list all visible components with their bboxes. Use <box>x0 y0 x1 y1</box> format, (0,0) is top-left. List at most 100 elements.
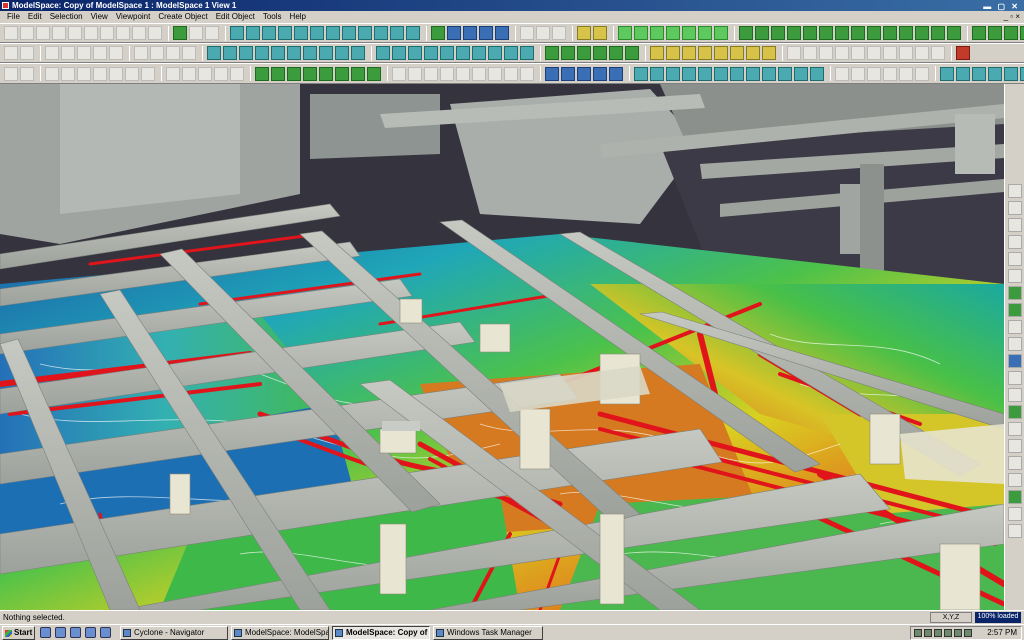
tee-icon[interactable] <box>520 46 534 60</box>
pipe-run-icon[interactable] <box>634 66 648 81</box>
flange-icon[interactable] <box>714 46 728 60</box>
mesh-green-icon[interactable] <box>1007 405 1022 419</box>
elbow-icon[interactable] <box>287 46 301 60</box>
walk-icon[interactable] <box>1007 422 1022 436</box>
flange-icon[interactable] <box>698 46 712 60</box>
mdi-window-controls[interactable]: _ ▫ × <box>1004 11 1020 23</box>
layer-green-icon-2[interactable] <box>1007 303 1022 317</box>
pipe-icon[interactable] <box>358 26 372 40</box>
cylinder-icon[interactable] <box>278 26 292 40</box>
menu-help[interactable]: Help <box>286 11 310 23</box>
zoom-icon[interactable] <box>132 26 146 40</box>
pipe-run-icon[interactable] <box>746 66 760 81</box>
tee-icon[interactable] <box>440 46 454 60</box>
pipe-run-icon[interactable] <box>666 66 680 81</box>
section-icon[interactable] <box>899 66 913 81</box>
cube-view-icon[interactable] <box>189 26 203 40</box>
start-button[interactable]: Start <box>2 626 35 640</box>
cloud-green-icon[interactable] <box>1007 490 1022 504</box>
tee-icon[interactable] <box>392 46 406 60</box>
cloud-icon[interactable] <box>988 26 1002 40</box>
pipe-run-icon[interactable] <box>810 66 824 81</box>
beam-icon[interactable] <box>424 66 438 81</box>
tee-icon[interactable] <box>456 46 470 60</box>
measure-icon[interactable] <box>803 46 817 60</box>
steel-icon[interactable] <box>1020 66 1024 81</box>
undo-icon[interactable] <box>4 46 18 60</box>
pipe-run-icon[interactable] <box>682 66 696 81</box>
cylinder-icon[interactable] <box>262 26 276 40</box>
beam-icon[interactable] <box>440 66 454 81</box>
mesh-icon[interactable] <box>431 26 445 40</box>
flange-icon[interactable] <box>746 46 760 60</box>
circle-icon[interactable] <box>93 66 107 81</box>
close-icon[interactable] <box>956 46 970 60</box>
pipe-icon[interactable] <box>310 26 324 40</box>
marker-icon[interactable] <box>819 26 833 40</box>
cylinder-icon[interactable] <box>230 26 244 40</box>
clip-icon[interactable] <box>1007 507 1022 521</box>
snap-icon[interactable] <box>45 46 59 60</box>
menu-edit[interactable]: Edit <box>24 11 46 23</box>
beam-icon[interactable] <box>456 66 470 81</box>
view-front-icon[interactable] <box>1007 201 1022 215</box>
fit-view-icon[interactable] <box>173 26 187 40</box>
view-side-icon[interactable] <box>1007 218 1022 232</box>
task-modelspace-1[interactable]: ModelSpace: ModelSpac... <box>231 626 329 640</box>
seek-icon[interactable] <box>148 26 162 40</box>
section-icon[interactable] <box>867 66 881 81</box>
elbow-icon[interactable] <box>335 46 349 60</box>
fit-icon[interactable] <box>625 46 639 60</box>
elbow-icon[interactable] <box>303 46 317 60</box>
steel-icon[interactable] <box>988 66 1002 81</box>
section-icon[interactable] <box>915 66 929 81</box>
properties-icon[interactable] <box>1007 524 1022 538</box>
beam-icon[interactable] <box>504 66 518 81</box>
pipe-run-icon[interactable] <box>730 66 744 81</box>
measure-icon[interactable] <box>787 46 801 60</box>
region-icon[interactable] <box>287 66 301 81</box>
pipe-icon[interactable] <box>342 26 356 40</box>
move-icon[interactable] <box>100 26 114 40</box>
window-title-bar[interactable]: ModelSpace: Copy of ModelSpace 1 : Model… <box>0 0 1024 11</box>
beam-icon[interactable] <box>488 66 502 81</box>
green-light-icon[interactable] <box>698 26 712 40</box>
region-icon[interactable] <box>271 66 285 81</box>
ortho-icon[interactable] <box>1007 252 1022 266</box>
marker-icon[interactable] <box>947 26 961 40</box>
menu-selection[interactable]: Selection <box>46 11 87 23</box>
fit-icon[interactable] <box>561 46 575 60</box>
marker-icon[interactable] <box>771 26 785 40</box>
green-light-icon[interactable] <box>714 26 728 40</box>
marker-icon[interactable] <box>883 26 897 40</box>
flange-icon[interactable] <box>730 46 744 60</box>
fit-icon[interactable] <box>577 46 591 60</box>
menu-viewpoint[interactable]: Viewpoint <box>112 11 155 23</box>
elbow-icon[interactable] <box>239 46 253 60</box>
path-icon[interactable] <box>182 66 196 81</box>
region-icon[interactable] <box>303 66 317 81</box>
elbow-icon[interactable] <box>271 46 285 60</box>
circle-icon[interactable] <box>125 66 139 81</box>
browser-icon[interactable] <box>55 627 66 638</box>
pencil-icon[interactable] <box>205 26 219 40</box>
path-icon[interactable] <box>214 66 228 81</box>
measure-icon[interactable] <box>1007 388 1022 402</box>
explorer-icon[interactable] <box>70 627 81 638</box>
marker-icon[interactable] <box>915 26 929 40</box>
layer-icon[interactable] <box>577 66 591 81</box>
tee-icon[interactable] <box>408 46 422 60</box>
printer-icon[interactable] <box>944 629 952 637</box>
steel-icon[interactable] <box>1004 66 1018 81</box>
layer-icon[interactable] <box>545 66 559 81</box>
grid-icon[interactable] <box>552 26 566 40</box>
fence-icon[interactable] <box>1007 320 1022 334</box>
cloud-icon[interactable] <box>1020 26 1024 40</box>
cut-icon[interactable] <box>109 46 123 60</box>
measure-icon[interactable] <box>819 46 833 60</box>
desktop-icon[interactable] <box>40 627 51 638</box>
tee-icon[interactable] <box>424 46 438 60</box>
point-icon[interactable] <box>479 26 493 40</box>
pipe-icon[interactable] <box>374 26 388 40</box>
pipe-run-icon[interactable] <box>714 66 728 81</box>
